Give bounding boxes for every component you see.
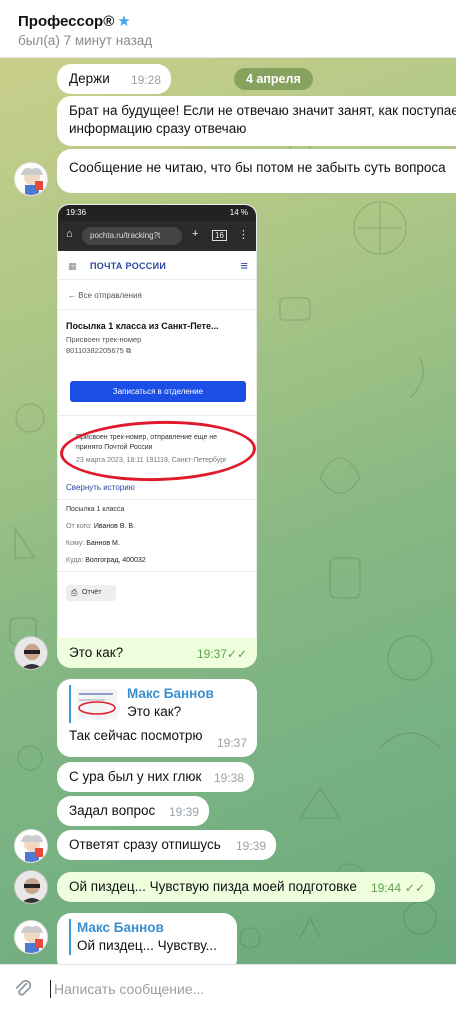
- collapse-history-link: Свернуть историю: [66, 483, 135, 492]
- attach-paperclip-icon[interactable]: [12, 978, 34, 1000]
- menu-dots-icon: ⋮: [238, 229, 249, 241]
- professor-avatar[interactable]: [14, 162, 48, 196]
- report-button: ⎙ Отчёт: [66, 585, 116, 601]
- message-time: 19:37: [196, 647, 227, 661]
- pochta-logo: ПОЧТА РОССИИ: [90, 261, 167, 271]
- parcel-number: 80110382205675 ⧉: [66, 346, 132, 355]
- detail-type: Посылка 1 класса: [66, 506, 125, 513]
- phone-status-bar: 19:36 14 %: [58, 205, 256, 221]
- printer-icon: ⎙: [71, 588, 78, 597]
- message-text: Ой пиздец... Чувствую пизда моей подгото…: [69, 879, 357, 894]
- message-bubble-outgoing[interactable]: Это как? 19:37 ✓✓: [57, 638, 257, 668]
- divider: [58, 571, 256, 572]
- divider: [58, 415, 256, 416]
- message-bubble[interactable]: Держи 19:28: [57, 64, 171, 94]
- message-bubble[interactable]: Задал вопрос 19:39: [57, 796, 209, 826]
- message-input[interactable]: Написать сообщение...: [54, 981, 204, 997]
- message-bubble-outgoing[interactable]: Ой пиздец... Чувствую пизда моей подгото…: [57, 872, 435, 902]
- professor-avatar[interactable]: [14, 829, 48, 863]
- message-text: С ура был у них глюк: [69, 769, 202, 784]
- message-text: Это как?: [69, 645, 124, 660]
- reply-text: Ой пиздец... Чувству...: [77, 938, 217, 953]
- detail-where: Куда: Волгоград, 400032: [66, 557, 146, 564]
- plus-icon: +: [192, 228, 199, 240]
- tabs-icon: 16: [212, 230, 227, 241]
- message-text: Так сейчас посмотрю: [69, 728, 203, 743]
- url-field: pochta.ru/tracking?t: [82, 227, 182, 245]
- chat-header[interactable]: Профессор® ★ был(а) 7 минут назад: [0, 0, 456, 58]
- reply-text: Это как?: [127, 704, 182, 719]
- chat-title[interactable]: Профессор® ★: [18, 12, 131, 30]
- hamburger-icon: ≡: [240, 258, 248, 273]
- message-bubble[interactable]: Брат на будущее! Если не отвечаю значит …: [57, 96, 456, 146]
- chat-area[interactable]: 4 апреля Держи 19:28 Брат на будущее! Ес…: [0, 58, 456, 964]
- message-text-line: информацию сразу отвечаю: [69, 121, 247, 136]
- message-time: 19:39: [168, 805, 199, 819]
- message-bubble[interactable]: Ответят сразу отпишусь 19:39: [57, 830, 276, 860]
- parcel-title: Посылка 1 класса из Санкт-Пете...: [66, 321, 219, 331]
- detail-from: От кого: Иванов В. В.: [66, 523, 135, 530]
- divider: [58, 499, 256, 500]
- double-check-icon: ✓✓: [226, 647, 247, 661]
- grid-icon: ▦: [68, 261, 77, 271]
- message-bubble[interactable]: С ура был у них глюк 19:38: [57, 762, 254, 792]
- message-time: 19:38: [213, 771, 244, 785]
- phone-battery: 14 %: [229, 208, 248, 217]
- professor-avatar[interactable]: [14, 920, 48, 954]
- date-badge: 4 апреля: [234, 68, 313, 90]
- tracking-screenshot-image[interactable]: 19:36 14 % ⌂ pochta.ru/tracking?t + 16 ⋮…: [57, 204, 257, 651]
- detail-to: Кому: Баннов М.: [66, 540, 120, 547]
- message-text-line: Брат на будущее! Если не отвечаю значит …: [69, 103, 456, 118]
- browser-url-bar: ⌂ pochta.ru/tracking?t + 16 ⋮: [58, 221, 256, 251]
- red-highlight-circle: [59, 418, 256, 484]
- message-bubble[interactable]: Сообщение не читаю, что бы потом не забы…: [57, 149, 456, 193]
- message-text: Задал вопрос: [69, 803, 156, 818]
- divider: [58, 309, 256, 310]
- message-text: Держи: [69, 71, 110, 86]
- home-icon: ⌂: [66, 228, 73, 240]
- appointment-button: Записаться в отделение: [70, 381, 246, 402]
- reply-author: Макс Баннов: [77, 920, 164, 935]
- my-avatar[interactable]: [14, 636, 48, 670]
- reply-quote[interactable]: Макс Баннов Это как?: [69, 685, 245, 723]
- premium-star-icon: ★: [117, 13, 131, 30]
- message-text: Сообщение не читаю, что бы потом не забы…: [69, 160, 446, 175]
- phone-time: 19:36: [66, 208, 87, 217]
- reply-quote[interactable]: Макс Баннов Ой пиздец... Чувству...: [69, 919, 225, 955]
- last-seen-status: был(а) 7 минут назад: [18, 33, 153, 48]
- back-link: ← Все отправления: [68, 291, 142, 300]
- message-bubble-reply[interactable]: Макс Баннов Ой пиздец... Чувству...: [57, 913, 237, 964]
- pochta-page: ▦ ПОЧТА РОССИИ ≡ ← Все отправления Посыл…: [58, 251, 256, 650]
- message-time: 19:28: [130, 73, 161, 87]
- text-cursor: [50, 980, 51, 998]
- parcel-sub: Присвоен трек-номер: [66, 335, 142, 344]
- message-time: 19:37: [216, 736, 247, 750]
- reply-author: Макс Баннов: [127, 686, 214, 701]
- chat-title-text: Профессор®: [18, 13, 115, 30]
- message-time: 19:39: [235, 839, 266, 853]
- message-input-bar: Написать сообщение...: [0, 964, 456, 1012]
- message-text: Ответят сразу отпишусь: [69, 837, 221, 852]
- divider: [58, 279, 256, 280]
- message-bubble-reply[interactable]: Макс Баннов Это как? Так сейчас посмотрю…: [57, 679, 257, 757]
- my-avatar[interactable]: [14, 870, 48, 904]
- message-time: 19:44: [370, 881, 401, 895]
- double-check-icon: ✓✓: [404, 881, 425, 895]
- quoted-image-thumbnail: [77, 689, 117, 719]
